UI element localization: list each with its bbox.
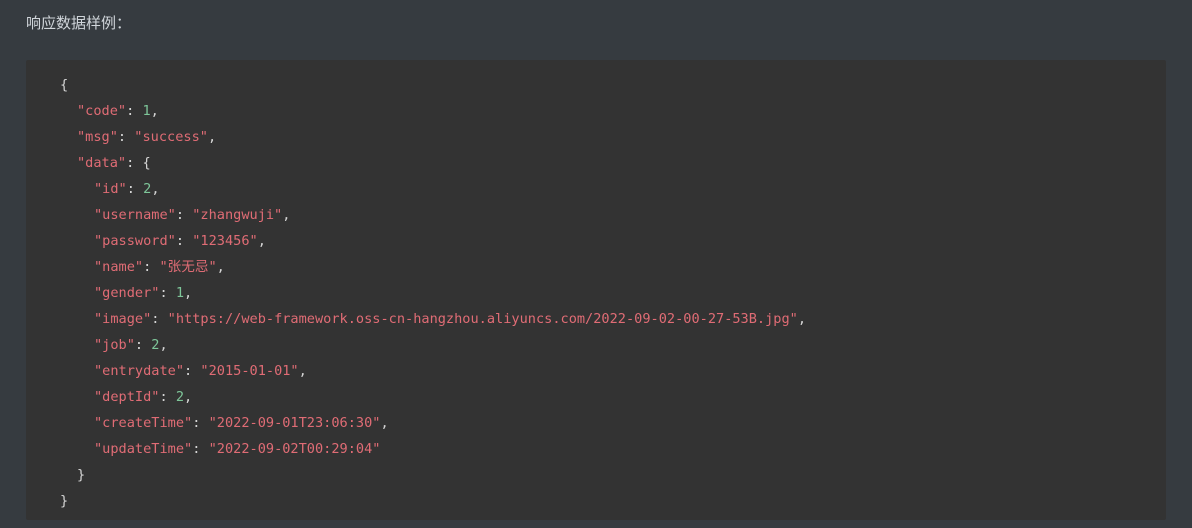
json-key: "image" (94, 311, 152, 327)
json-key: "name" (94, 259, 144, 275)
json-key: "createTime" (94, 415, 193, 431)
code-line: "updateTime": "2022-09-02T00:29:04" (94, 441, 381, 457)
code-line: "job": 2, (94, 337, 168, 353)
code-line: "password": "123456", (94, 233, 266, 249)
json-string: "https://web-framework.oss-cn-hangzhou.a… (167, 311, 798, 327)
section-heading: 响应数据样例： (26, 14, 132, 32)
code-block: { "code": 1, "msg": "success", "data": {… (26, 60, 1166, 520)
code-line: "id": 2, (94, 181, 160, 197)
code-line: { (26, 72, 1166, 98)
json-key: "deptId" (94, 389, 160, 405)
json-number: 2 (175, 389, 185, 405)
json-key: "job" (94, 337, 135, 353)
json-key: "password" (94, 233, 176, 249)
code-line: "username": "zhangwuji", (94, 207, 291, 223)
json-key: "gender" (94, 285, 160, 301)
json-key: "id" (94, 181, 127, 197)
code-line: "createTime": "2022-09-01T23:06:30", (94, 415, 389, 431)
json-key: "entrydate" (94, 363, 185, 379)
code-line: "name": "张无忌", (94, 259, 225, 275)
code-line: "deptId": 2, (94, 389, 193, 405)
json-number: 1 (142, 103, 151, 119)
json-key: "updateTime" (94, 441, 193, 457)
json-key: "username" (94, 207, 176, 223)
json-string: "zhangwuji" (192, 207, 283, 223)
code-line: "image": "https://web-framework.oss-cn-h… (94, 311, 807, 327)
code-line: "code": 1, (77, 103, 159, 119)
code-line: } (26, 462, 1166, 488)
json-string: "张无忌" (159, 259, 217, 275)
json-string: "2015-01-01" (200, 363, 299, 379)
json-key: "code" (77, 103, 127, 119)
json-key: "msg" (77, 129, 118, 145)
json-string: "2022-09-02T00:29:04" (208, 441, 381, 457)
code-line: } (26, 488, 1166, 514)
open-brace: { (60, 77, 69, 93)
json-number: 1 (175, 285, 185, 301)
json-string: "2022-09-01T23:06:30" (208, 415, 381, 431)
code-line: "entrydate": "2015-01-01", (94, 363, 307, 379)
code-line: "msg": "success", (77, 129, 217, 145)
json-string: "123456" (192, 233, 258, 249)
close-brace: } (60, 493, 69, 509)
code-line: "gender": 1, (94, 285, 193, 301)
code-line: "data": { (77, 155, 151, 171)
json-key: "data" (77, 155, 127, 171)
close-brace: } (77, 467, 86, 483)
open-brace: { (142, 155, 151, 171)
json-string: "success" (134, 129, 208, 145)
